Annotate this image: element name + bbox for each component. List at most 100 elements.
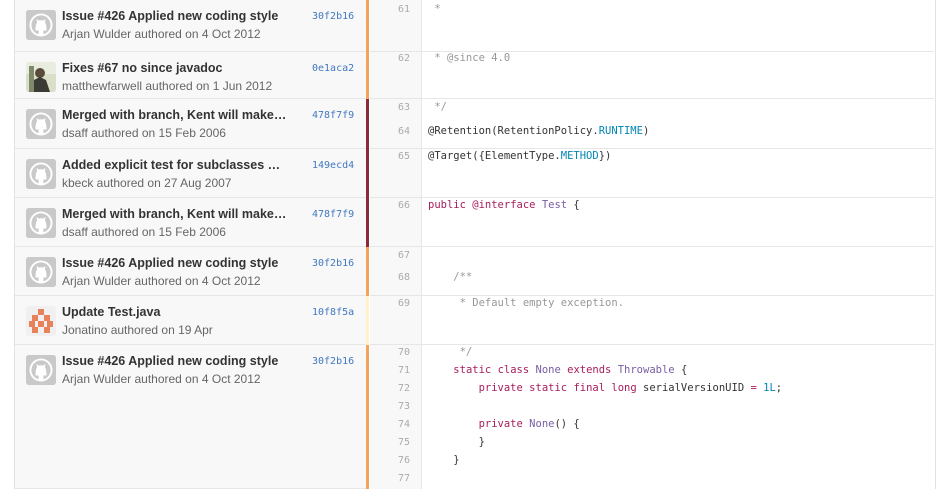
commit-author-meta: dsaff authored on 15 Feb 2006 xyxy=(62,225,226,239)
blame-view: Issue #426 Applied new coding style Arjan… xyxy=(14,0,936,489)
github-octocat-icon[interactable] xyxy=(26,159,56,189)
blame-commit: Issue #426 Applied new coding style Arjan… xyxy=(15,247,366,296)
code-token: } xyxy=(428,454,460,466)
identicon-avatar[interactable] xyxy=(26,306,56,336)
blame-age-bar xyxy=(366,149,369,198)
code-token: } xyxy=(428,436,485,448)
line-number[interactable]: 62 xyxy=(370,53,410,64)
line-number[interactable]: 72 xyxy=(370,383,410,394)
commit-author-meta: Arjan Wulder authored on 4 Oct 2012 xyxy=(62,27,261,41)
line-number[interactable]: 73 xyxy=(370,401,410,412)
github-octocat-icon[interactable] xyxy=(26,10,56,40)
commit-title-link[interactable]: Issue #426 Applied new coding style xyxy=(62,9,292,23)
code-line: */ xyxy=(428,346,473,358)
hunk-separator xyxy=(370,344,934,345)
code-token: serialVersionUID xyxy=(636,382,751,394)
commit-title-link[interactable]: Issue #426 Applied new coding style xyxy=(62,256,292,270)
code-token: public xyxy=(428,199,466,211)
code-line: private None() { xyxy=(428,418,580,430)
code-token: @Retention(RetentionPolicy. xyxy=(428,125,599,137)
commit-sha-link[interactable]: 478f7f9 xyxy=(312,209,354,220)
code-line: } xyxy=(428,436,485,448)
code-token: static xyxy=(453,364,492,376)
commit-title-link[interactable]: Merged with branch, Kent will make… xyxy=(62,207,292,221)
code-token: private xyxy=(478,418,523,430)
hunk-separator xyxy=(370,246,934,247)
code-token: { xyxy=(567,199,580,211)
code-token: None xyxy=(529,418,555,430)
blame-age-bar xyxy=(366,0,369,52)
hunk-separator xyxy=(370,197,934,198)
commit-author-meta: kbeck authored on 27 Aug 2007 xyxy=(62,176,232,190)
code-token: private xyxy=(478,382,523,394)
user-photo-avatar[interactable] xyxy=(26,62,56,92)
blame-age-bar xyxy=(366,198,369,247)
code-line: * xyxy=(428,3,440,15)
line-number[interactable]: 67 xyxy=(370,250,410,261)
github-octocat-icon[interactable] xyxy=(26,109,56,139)
commit-title-link[interactable]: Merged with branch, Kent will make… xyxy=(62,108,292,122)
blame-commit: Added explicit test for subclasses … kbec… xyxy=(15,149,366,198)
commit-sha-link[interactable]: 30f2b16 xyxy=(312,356,354,367)
commit-sha-link[interactable]: 30f2b16 xyxy=(312,258,354,269)
line-number[interactable]: 63 xyxy=(370,102,410,113)
code-token: * @since 4.0 xyxy=(428,52,511,64)
commit-sha-link[interactable]: 478f7f9 xyxy=(312,110,354,121)
commit-author-meta: dsaff authored on 15 Feb 2006 xyxy=(62,126,226,140)
commit-author-meta: Arjan Wulder authored on 4 Oct 2012 xyxy=(62,274,261,288)
code-token: extends xyxy=(567,364,612,376)
code-token: */ xyxy=(428,101,447,113)
code-line: public @interface Test { xyxy=(428,199,580,211)
line-number[interactable]: 71 xyxy=(370,365,410,376)
blame-age-bar xyxy=(366,296,369,345)
code-token: ) xyxy=(642,125,650,137)
code-token: }) xyxy=(598,150,612,162)
line-number[interactable]: 61 xyxy=(370,4,410,15)
code-token: None xyxy=(535,364,561,376)
commit-title-link[interactable]: Added explicit test for subclasses … xyxy=(62,158,292,172)
code-line: private static final long serialVersionU… xyxy=(428,382,783,394)
code-token: long xyxy=(611,382,637,394)
github-octocat-icon[interactable] xyxy=(26,257,56,287)
code-token: */ xyxy=(428,346,473,358)
line-number[interactable]: 70 xyxy=(370,347,410,358)
commit-sha-link[interactable]: 10f8f5a xyxy=(312,307,354,318)
line-number[interactable]: 66 xyxy=(370,200,410,211)
code-line: @Target({ElementType.METHOD}) xyxy=(428,150,611,162)
code-token: 1L xyxy=(763,382,776,394)
line-number[interactable]: 64 xyxy=(370,126,410,137)
line-number[interactable]: 65 xyxy=(370,151,410,162)
commit-sha-link[interactable]: 30f2b16 xyxy=(312,11,354,22)
commit-sha-link[interactable]: 149ecd4 xyxy=(312,160,354,171)
code-token: final xyxy=(573,382,606,394)
github-octocat-icon[interactable] xyxy=(26,355,56,385)
code-token: /** xyxy=(428,271,473,283)
code-token: Throwable xyxy=(617,364,675,376)
commit-sha-link[interactable]: 0e1aca2 xyxy=(312,63,354,74)
github-octocat-icon[interactable] xyxy=(26,208,56,238)
code-token: RUNTIME xyxy=(598,125,643,137)
code-token: static xyxy=(529,382,568,394)
commit-author-meta: Arjan Wulder authored on 4 Oct 2012 xyxy=(62,372,261,386)
commit-title-link[interactable]: Update Test.java xyxy=(62,305,292,319)
blame-commit: Merged with branch, Kent will make… dsaff… xyxy=(15,198,366,247)
code-token: METHOD xyxy=(560,150,599,162)
line-number[interactable]: 77 xyxy=(370,473,410,484)
code-token: * Default empty exception. xyxy=(428,297,624,309)
commit-title-link[interactable]: Issue #426 Applied new coding style xyxy=(62,354,292,368)
code-line: /** xyxy=(428,271,472,283)
code-line: * @since 4.0 xyxy=(428,52,510,64)
code-token: @Target({ElementType. xyxy=(428,150,561,162)
line-number[interactable]: 68 xyxy=(370,272,410,283)
hunk-separator xyxy=(370,148,934,149)
blame-age-bar xyxy=(366,99,369,149)
line-number[interactable]: 69 xyxy=(370,298,410,309)
line-number[interactable]: 75 xyxy=(370,437,410,448)
code-token: { xyxy=(674,364,688,376)
line-number[interactable]: 74 xyxy=(370,419,410,430)
code-line: static class None extends Throwable { xyxy=(428,364,687,376)
blame-commit: Fixes #67 no since javadoc matthewfarwell… xyxy=(15,52,366,99)
line-number[interactable]: 76 xyxy=(370,455,410,466)
commit-title-link[interactable]: Fixes #67 no since javadoc xyxy=(62,61,292,75)
